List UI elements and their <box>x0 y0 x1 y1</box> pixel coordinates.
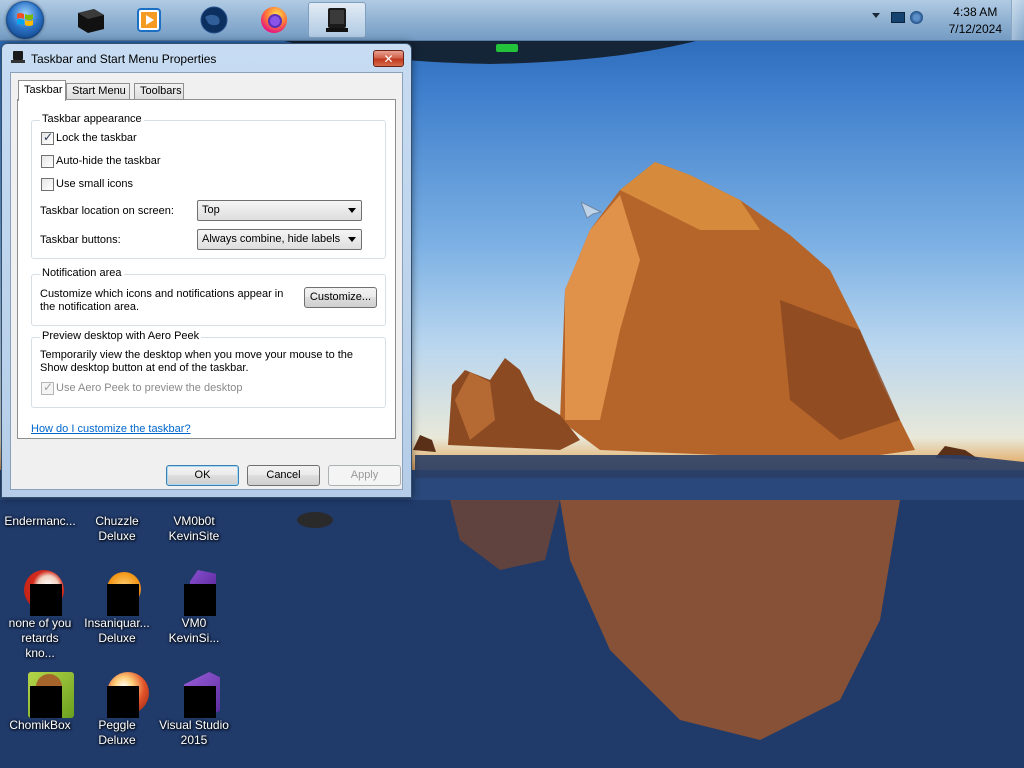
title-bar[interactable]: Taskbar and Start Menu Properties ✕ <box>2 44 411 72</box>
small-icons-label[interactable]: Use small icons <box>56 178 133 190</box>
dropdown-arrow-icon <box>348 208 356 213</box>
customize-button[interactable]: Customize... <box>304 287 377 308</box>
desktop-icon-vm0b0t[interactable]: VM0b0t KevinSite <box>156 500 232 544</box>
group-heading: Taskbar appearance <box>40 113 144 125</box>
location-select[interactable]: Top <box>197 200 362 221</box>
purple-app-icon <box>170 568 218 616</box>
red-app-icon <box>16 568 64 616</box>
globe-icon <box>200 6 228 34</box>
network-icon[interactable] <box>891 12 905 23</box>
desktop-icon-vm0[interactable]: VM0 KevinSi... <box>156 568 232 646</box>
desktop-icon-chomikbox[interactable]: ChomikBox <box>2 670 78 733</box>
windows-logo-icon <box>17 13 33 26</box>
taskbar: 4:38 AM 7/12/2024 <box>0 0 1024 41</box>
chomikbox-icon <box>16 670 74 718</box>
lock-taskbar-label[interactable]: Lock the taskbar <box>56 132 137 144</box>
desktop-icon-visual-studio[interactable]: Visual Studio 2015 <box>156 670 232 748</box>
aero-peek-label[interactable]: Use Aero Peek to preview the desktop <box>56 382 243 394</box>
taskbar-app-globe[interactable] <box>186 2 242 38</box>
autohide-label[interactable]: Auto-hide the taskbar <box>56 155 161 167</box>
buttons-value: Always combine, hide labels <box>202 233 341 245</box>
system-tray: 4:38 AM 7/12/2024 <box>864 0 1024 40</box>
insaniquarium-icon <box>93 568 141 616</box>
visual-studio-icon <box>170 670 220 718</box>
desktop-icon-label: VM0b0t KevinSite <box>168 514 220 543</box>
apply-button[interactable]: Apply <box>328 465 401 486</box>
group-heading: Preview desktop with Aero Peek <box>40 330 202 342</box>
desktop-icon-label: Visual Studio 2015 <box>159 718 229 747</box>
start-button[interactable] <box>6 1 44 39</box>
desktop-icon-label: VM0 KevinSi... <box>168 616 220 645</box>
mouse-pointer-icon <box>581 201 603 219</box>
desktop-icon-label: Chuzzle Deluxe <box>95 514 139 543</box>
desktop-icon-label: none of you retards kno... <box>8 616 72 660</box>
taskbar-app-media[interactable] <box>121 2 177 38</box>
dropdown-arrow-icon <box>348 237 356 242</box>
taskbar-app-firefox[interactable] <box>246 2 302 38</box>
desktop-icon-insaniquarium[interactable]: Insaniquar... Deluxe <box>79 568 155 646</box>
tab-toolbars[interactable]: Toolbars <box>134 83 184 100</box>
clock-time: 4:38 AM <box>953 5 998 19</box>
peggle-icon <box>93 670 149 718</box>
ok-button[interactable]: OK <box>166 465 239 486</box>
close-button[interactable]: ✕ <box>373 50 404 67</box>
help-link[interactable]: How do I customize the taskbar? <box>31 423 191 435</box>
taskbar-properties-dialog: Taskbar and Start Menu Properties ✕ Task… <box>1 43 412 498</box>
tab-taskbar[interactable]: Taskbar <box>18 80 66 101</box>
buttons-label: Taskbar buttons: <box>40 234 121 246</box>
autohide-checkbox[interactable] <box>41 155 54 168</box>
location-value: Top <box>202 204 220 216</box>
clock[interactable]: 4:38 AM 7/12/2024 <box>949 4 1002 38</box>
desktop-icon-peggle[interactable]: Peggle Deluxe <box>79 670 155 748</box>
chevron-up-icon[interactable] <box>872 13 880 18</box>
tab-start-menu[interactable]: Start Menu <box>66 83 130 100</box>
black-app-icon <box>78 9 104 33</box>
lock-taskbar-checkbox[interactable] <box>41 130 54 145</box>
notification-description: Customize which icons and notifications … <box>40 288 284 313</box>
desktop-icon-label: ChomikBox <box>9 718 71 732</box>
taskbar-app-properties[interactable] <box>308 2 366 38</box>
desktop-icon-chuzzle[interactable]: Chuzzle Deluxe <box>79 500 155 544</box>
taskbar-properties-icon <box>326 8 348 32</box>
taskbar-app-black[interactable] <box>62 2 118 38</box>
location-label: Taskbar location on screen: <box>40 205 174 217</box>
aero-peek-checkbox[interactable] <box>41 380 54 395</box>
dialog-client-area: Taskbar Start Menu Toolbars Taskbar appe… <box>10 72 403 490</box>
taskbar-properties-icon <box>11 51 25 63</box>
group-heading: Notification area <box>40 267 124 279</box>
desktop-icon-none-of-you[interactable]: none of you retards kno... <box>2 568 78 661</box>
speaker-icon[interactable] <box>910 11 923 24</box>
group-aero-peek: Preview desktop with Aero Peek Temporari… <box>31 330 386 408</box>
desktop-icon-endermanch[interactable]: Endermanc... <box>2 500 78 529</box>
buttons-select[interactable]: Always combine, hide labels <box>197 229 362 250</box>
aero-peek-description: Temporarily view the desktop when you mo… <box>40 349 354 374</box>
dialog-title: Taskbar and Start Menu Properties <box>31 52 217 66</box>
desktop-icon-label: Peggle Deluxe <box>98 718 136 747</box>
desktop-icon-label: Insaniquar... Deluxe <box>84 616 150 645</box>
close-icon: ✕ <box>383 51 394 66</box>
group-notification-area: Notification area Customize which icons … <box>31 267 386 326</box>
show-desktop-button[interactable] <box>1011 0 1024 40</box>
tab-panel-taskbar: Taskbar appearance Lock the taskbar Auto… <box>17 99 396 439</box>
media-player-icon <box>137 8 161 32</box>
small-icons-checkbox[interactable] <box>41 178 54 191</box>
desktop-icon-label: Endermanc... <box>4 514 76 528</box>
cancel-button[interactable]: Cancel <box>247 465 320 486</box>
group-taskbar-appearance: Taskbar appearance Lock the taskbar Auto… <box>31 113 386 259</box>
firefox-icon <box>261 7 287 33</box>
clock-date: 7/12/2024 <box>948 22 1002 36</box>
